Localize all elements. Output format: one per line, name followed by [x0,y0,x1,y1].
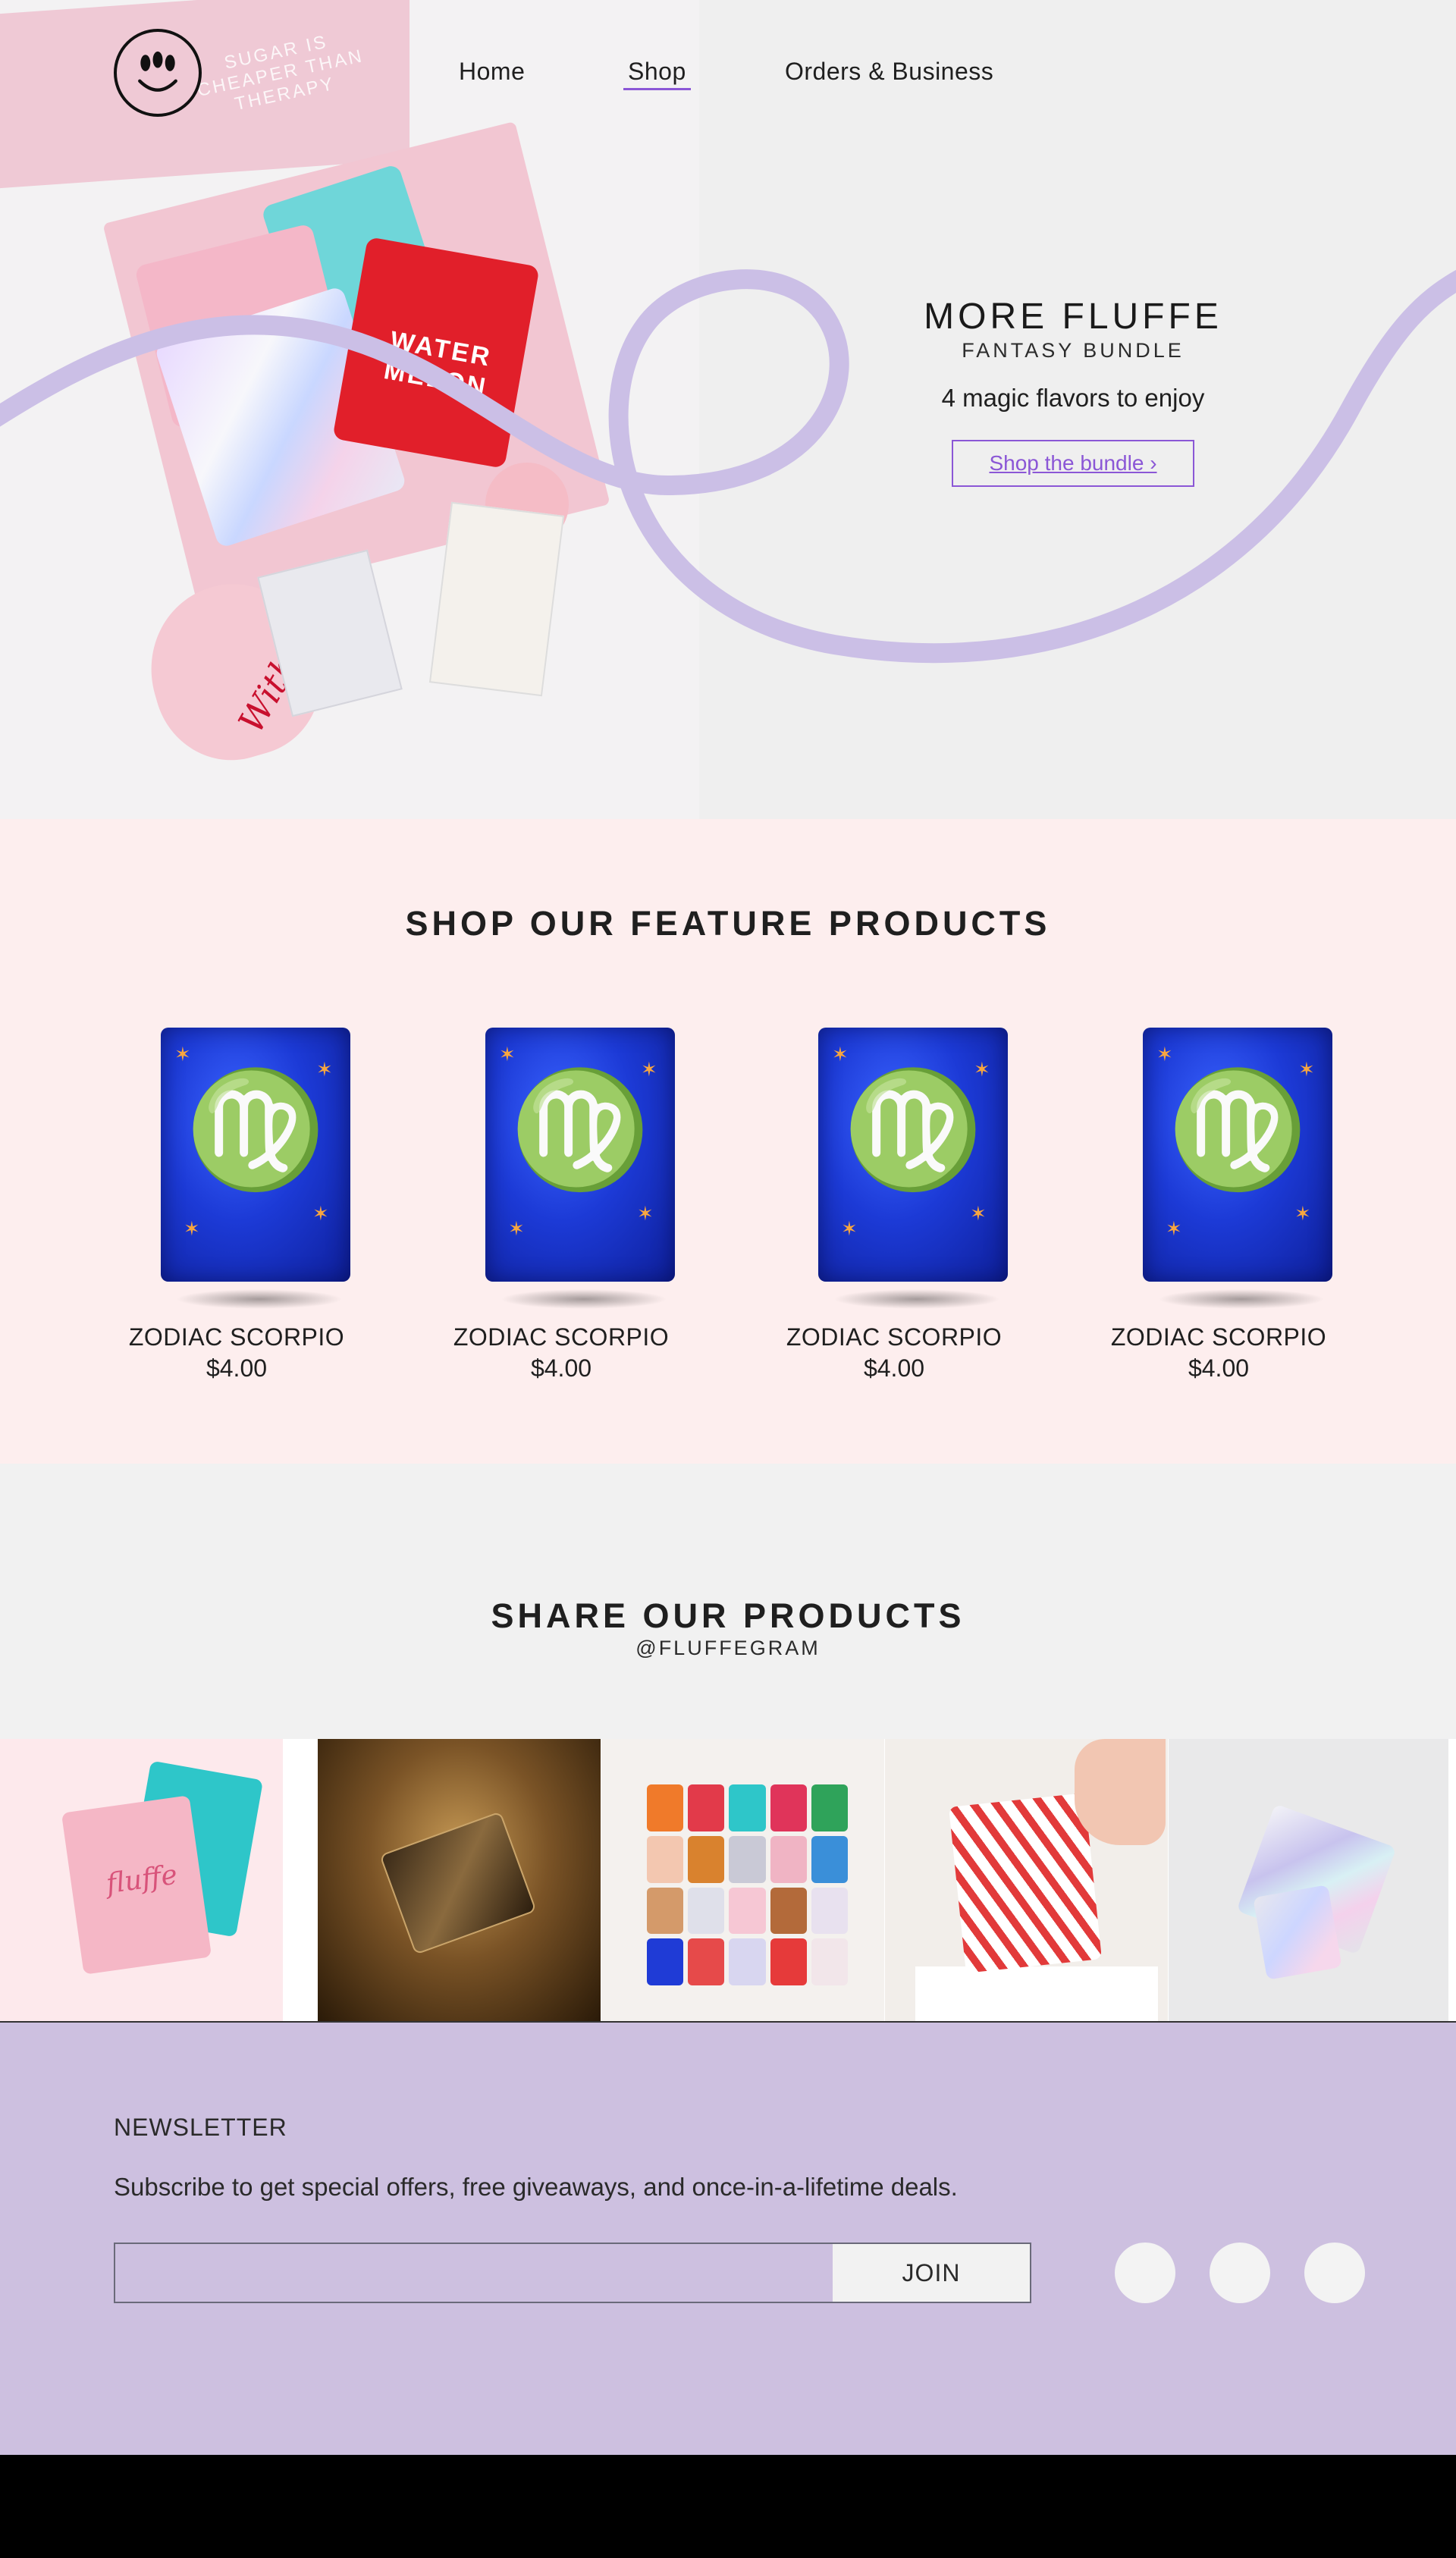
product-shadow [1158,1289,1325,1309]
star-icon: ✶ [641,1058,657,1081]
newsletter-form: JOIN [114,2243,1031,2303]
nav-orders-business-link[interactable]: Orders & Business [785,58,993,86]
product-card[interactable]: ♍ ✶ ✶ ✶ ✶ ZODIAC SCORPIO $4.00 [123,997,350,1383]
star-icon: ✶ [1166,1217,1182,1240]
zodiac-pack: ♍ ✶ ✶ ✶ ✶ [485,1028,675,1282]
product-price: $4.00 [206,1354,268,1382]
zodiac-sign-icon: ♍ [842,1064,984,1196]
star-icon: ✶ [312,1202,329,1225]
newsletter-email-input[interactable] [115,2244,834,2302]
gallery-gap [283,1739,318,2021]
product-shadow [176,1289,343,1309]
product-name[interactable]: ZODIAC SCORPIO [1105,1323,1332,1351]
feature-products-section: SHOP OUR FEATURE PRODUCTS ♍ ✶ ✶ ✶ ✶ ZODI… [0,819,1456,1464]
product-card[interactable]: ♍ ✶ ✶ ✶ ✶ ZODIAC SCORPIO $4.00 [447,997,675,1383]
star-icon: ✶ [499,1043,516,1066]
zodiac-sign-icon: ♍ [1166,1064,1309,1196]
star-icon: ✶ [1156,1043,1173,1066]
zodiac-sign-icon: ♍ [184,1064,327,1196]
product-price: $4.00 [1188,1354,1250,1382]
feature-products-title: SHOP OUR FEATURE PRODUCTS [405,904,1051,943]
instagram-handle: @FLUFFEGRAM [635,1637,821,1659]
social-icon-3[interactable] [1304,2243,1365,2303]
star-icon: ✶ [832,1043,849,1066]
share-products-section: SHARE OUR PRODUCTS @FLUFFEGRAM [0,1464,1456,1739]
product-shadow [833,1289,1000,1309]
star-icon: ✶ [1298,1058,1315,1081]
main-nav: Home Shop Orders & Business [0,58,1456,90]
join-button[interactable]: JOIN [833,2244,1030,2302]
star-icon: ✶ [841,1217,858,1240]
hero-subtitle: FANTASY BUNDLE [962,339,1185,362]
product-card[interactable]: ♍ ✶ ✶ ✶ ✶ ZODIAC SCORPIO $4.00 [780,997,1008,1383]
gallery-tile[interactable] [601,1739,884,2021]
newsletter-section: NEWSLETTER Subscribe to get special offe… [0,2023,1456,2455]
star-icon: ✶ [508,1217,525,1240]
product-image[interactable]: ♍ ✶ ✶ ✶ ✶ [780,997,1008,1309]
hero-section: SUGAR IS CHEAPER THAN THERAPY WATER MELO… [0,0,1456,819]
product-name[interactable]: ZODIAC SCORPIO [447,1323,675,1351]
holographic-bag-small [1253,1885,1342,1980]
shop-the-bundle-button[interactable]: Shop the bundle › [952,440,1194,487]
social-icon-1[interactable] [1115,2243,1175,2303]
star-icon: ✶ [974,1058,990,1081]
star-icon: ✶ [1294,1202,1311,1225]
product-image[interactable]: ♍ ✶ ✶ ✶ ✶ [447,997,675,1309]
product-price: $4.00 [863,1354,925,1382]
hero-description: 4 magic flavors to enjoy [941,384,1205,412]
gallery-tile[interactable]: fluffe [0,1739,283,2021]
zodiac-sign-icon: ♍ [509,1064,651,1196]
star-icon: ✶ [316,1058,333,1081]
hero-title: MORE FLUFFE [924,297,1222,337]
zodiac-pack: ♍ ✶ ✶ ✶ ✶ [818,1028,1008,1282]
product-shadow [500,1289,667,1309]
nav-shop-link[interactable]: Shop [623,58,691,90]
social-icon-2[interactable] [1210,2243,1270,2303]
product-name[interactable]: ZODIAC SCORPIO [123,1323,350,1351]
product-name[interactable]: ZODIAC SCORPIO [780,1323,1008,1351]
hero-copy: MORE FLUFFE FANTASY BUNDLE 4 magic flavo… [880,296,1266,487]
bag-collection-grid [647,1784,848,1985]
star-icon: ✶ [970,1202,987,1225]
star-icon: ✶ [637,1202,654,1225]
newsletter-description: Subscribe to get special offers, free gi… [114,2173,958,2201]
gallery-tile[interactable] [318,1739,601,2021]
share-products-title: SHARE OUR PRODUCTS [491,1596,965,1635]
hand [1075,1739,1166,1845]
product-price: $4.00 [530,1354,592,1382]
star-icon: ✶ [174,1043,191,1066]
gallery-tile[interactable] [885,1739,1168,2021]
star-icon: ✶ [184,1217,200,1240]
footer-bar [0,2455,1456,2558]
product-image[interactable]: ♍ ✶ ✶ ✶ ✶ [1105,997,1332,1309]
zodiac-pack: ♍ ✶ ✶ ✶ ✶ [1143,1028,1332,1282]
product-card[interactable]: ♍ ✶ ✶ ✶ ✶ ZODIAC SCORPIO $4.00 [1105,997,1332,1383]
zodiac-pack: ♍ ✶ ✶ ✶ ✶ [161,1028,350,1282]
gold-bag [379,1811,537,1955]
white-box [915,1966,1158,2021]
newsletter-title: NEWSLETTER [114,2114,287,2141]
instagram-gallery: fluffe [0,1739,1456,2023]
gallery-tile[interactable] [1169,1739,1448,2021]
nav-home-link[interactable]: Home [459,58,525,86]
product-image[interactable]: ♍ ✶ ✶ ✶ ✶ [123,997,350,1309]
